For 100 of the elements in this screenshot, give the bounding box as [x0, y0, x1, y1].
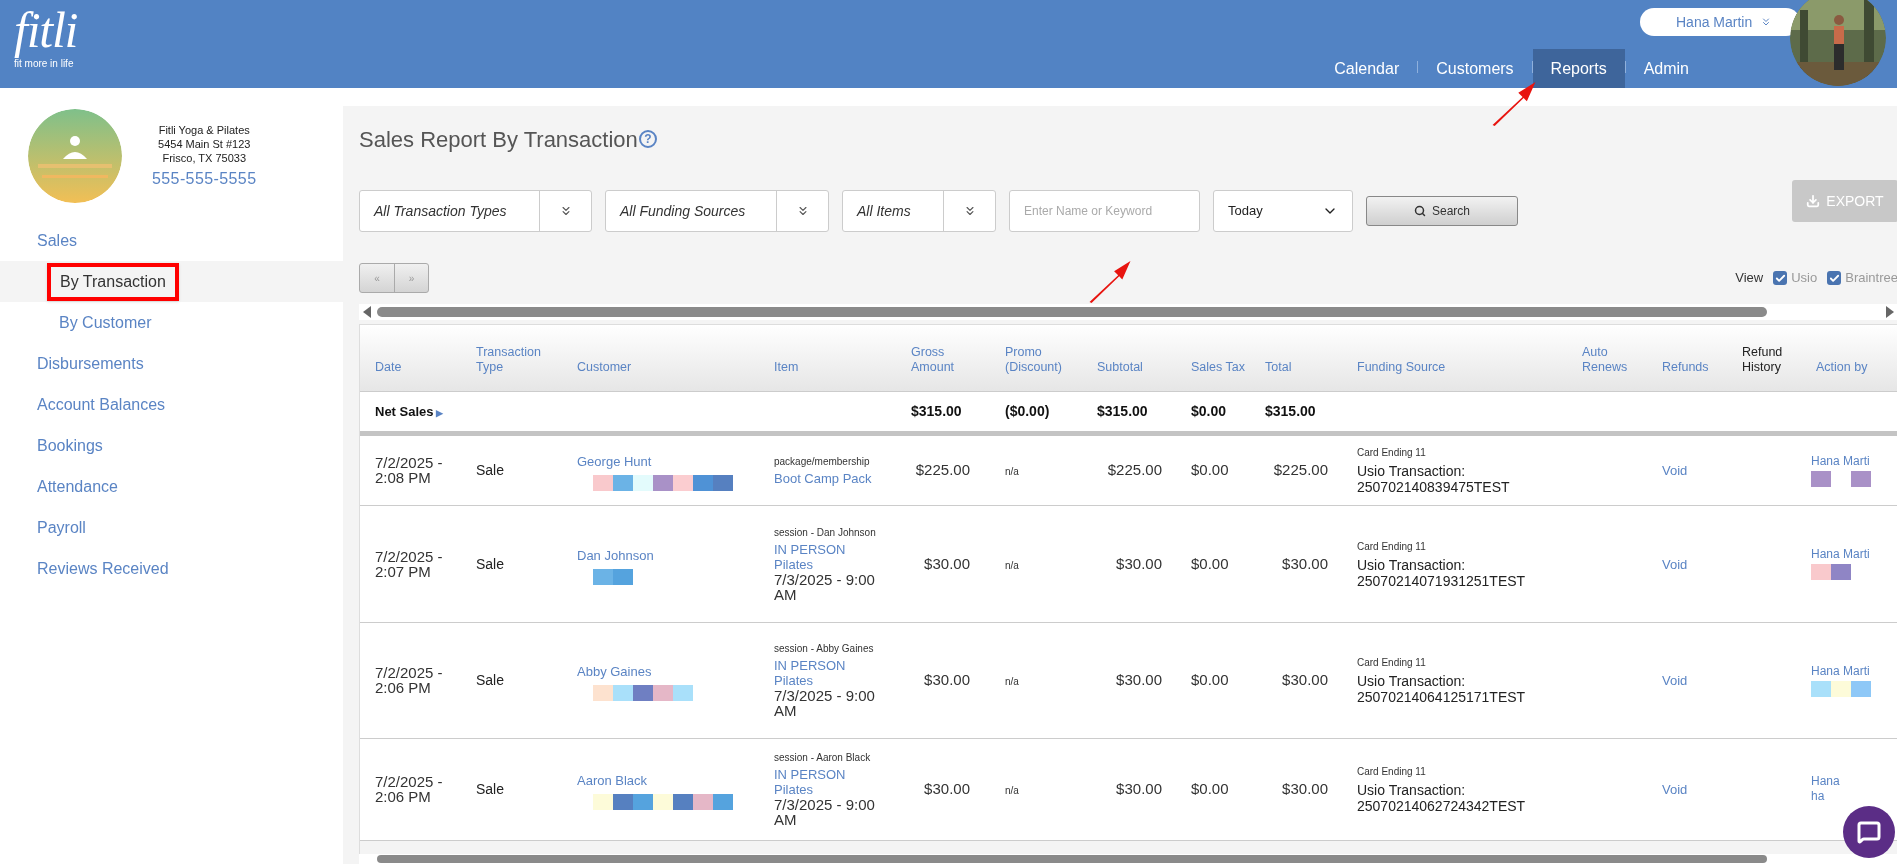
- pager-button[interactable]: «: [360, 264, 394, 292]
- column-header[interactable]: Total: [1265, 359, 1338, 375]
- column-header[interactable]: Promo (Discount): [1005, 344, 1078, 375]
- void-link[interactable]: Void: [1662, 556, 1688, 572]
- filter-dropdown[interactable]: All Items: [842, 190, 996, 232]
- help-icon[interactable]: ?: [638, 130, 657, 148]
- column-header[interactable]: Auto Renews: [1582, 344, 1643, 375]
- sidebar-item[interactable]: Disbursements: [37, 351, 144, 376]
- nav-tab[interactable]: Admin: [1625, 49, 1707, 88]
- pixelated-redaction-drawing: [593, 568, 633, 585]
- action-by-user[interactable]: Hana: [1811, 774, 1897, 789]
- nav-tab[interactable]: Reports: [1532, 49, 1625, 88]
- nav-tab[interactable]: Calendar: [1316, 49, 1418, 88]
- column-header[interactable]: Refunds: [1662, 359, 1723, 375]
- subtotal-cell: $30.00: [1116, 671, 1162, 688]
- column-header[interactable]: Customer: [577, 359, 755, 375]
- void-link[interactable]: Void: [1662, 463, 1688, 478]
- column-header[interactable]: Transaction Type: [476, 344, 558, 375]
- nav-tab[interactable]: Customers: [1418, 49, 1532, 88]
- action-by-user[interactable]: Hana Marti: [1811, 547, 1897, 562]
- column-header[interactable]: Sales Tax: [1191, 359, 1246, 375]
- sidebar-item[interactable]: By Transaction: [47, 262, 179, 301]
- item-note: session - Dan Johnson: [774, 525, 877, 539]
- horizontal-scrollbar[interactable]: [359, 854, 1897, 864]
- sidebar-item[interactable]: Attendance: [37, 474, 118, 499]
- type-cell: Sale: [476, 781, 505, 797]
- column-header[interactable]: Date: [375, 359, 457, 375]
- annotation-arrow: [1492, 82, 1536, 126]
- sidebar-item[interactable]: Payroll: [37, 515, 86, 540]
- sidebar-item[interactable]: By Customer: [59, 310, 152, 335]
- promo-cell: n/a: [1005, 559, 1019, 571]
- item-link[interactable]: IN PERSON Pilates: [774, 767, 886, 797]
- checkbox-label: Braintree: [1845, 269, 1897, 288]
- card-info: Card Ending 11: [1357, 446, 1427, 460]
- action-by-user[interactable]: Hana Marti: [1811, 663, 1897, 679]
- void-link[interactable]: Void: [1662, 673, 1688, 688]
- view-label: View: [1735, 269, 1764, 288]
- tax-cell: $0.00: [1191, 671, 1229, 688]
- customer-link[interactable]: George Hunt: [577, 454, 652, 469]
- type-cell: Sale: [476, 555, 505, 572]
- filter-dropdown[interactable]: All Funding Sources: [605, 190, 829, 232]
- tax-cell: $0.00: [1191, 461, 1229, 478]
- column-header[interactable]: Subtotal: [1097, 359, 1172, 375]
- chat-bubble-icon: [1857, 820, 1881, 844]
- item-link[interactable]: Boot Camp Pack: [774, 470, 886, 486]
- logo[interactable]: fitli: [14, 2, 78, 58]
- date-range-select[interactable]: Today: [1213, 190, 1353, 232]
- item-link[interactable]: IN PERSON Pilates: [774, 658, 886, 688]
- business-phone[interactable]: 555-555-5555: [152, 168, 257, 189]
- pixelated-redaction-drawing: [1811, 470, 1871, 487]
- promo-cell: n/a: [1005, 466, 1019, 477]
- date-cell-text: 7/2/2025 - 2:07 PM: [375, 548, 444, 579]
- date-cell-text: 7/2/2025 - 2:06 PM: [375, 665, 444, 695]
- promo-cell: n/a: [1005, 785, 1019, 796]
- tax-cell: $0.00: [1191, 780, 1229, 797]
- action-by-user[interactable]: ha: [1811, 789, 1897, 804]
- checkbox-label: Usio: [1791, 269, 1818, 288]
- transaction-info: Usio Transaction: 25070214071931251TEST: [1357, 556, 1527, 589]
- sidebar-item[interactable]: Bookings: [37, 433, 103, 458]
- search-button[interactable]: Search: [1366, 196, 1518, 226]
- total-cell: $30.00: [1282, 554, 1328, 572]
- checkbox[interactable]: [1827, 271, 1842, 285]
- customer-link[interactable]: Abby Gaines: [577, 664, 652, 679]
- card-info: Card Ending 11: [1357, 539, 1427, 554]
- download-icon: [1806, 194, 1821, 208]
- action-by-user[interactable]: Hana Marti: [1811, 453, 1897, 469]
- subtotal-cell: $30.00: [1116, 554, 1162, 572]
- customer-link[interactable]: Dan Johnson: [577, 547, 654, 563]
- transaction-info: Usio Transaction: 25070214064125171TEST: [1357, 673, 1527, 705]
- sidebar-item[interactable]: Reviews Received: [37, 556, 169, 581]
- pager-button[interactable]: »: [394, 264, 428, 292]
- sidebar-item[interactable]: Account Balances: [37, 392, 166, 417]
- column-header[interactable]: Gross Amount: [911, 344, 986, 375]
- customer-link[interactable]: Aaron Black: [577, 773, 648, 788]
- subtotal-cell: $225.00: [1107, 461, 1162, 478]
- item-date: 7/3/2025 - 9:00 AM: [774, 571, 876, 602]
- column-header[interactable]: Funding Source: [1357, 359, 1563, 375]
- horizontal-scrollbar[interactable]: [359, 304, 1897, 320]
- column-header[interactable]: Item: [774, 359, 892, 375]
- item-note: session - Abby Gaines: [774, 642, 875, 655]
- business-name: Fitli Yoga & Pilates: [158, 122, 250, 137]
- logo-tagline: fit more in life: [14, 58, 75, 71]
- total-value: $315.00: [911, 403, 962, 419]
- gross-cell: $30.00: [924, 671, 970, 688]
- gross-cell: $225.00: [915, 461, 970, 478]
- net-sales-toggle[interactable]: Net Sales▶: [375, 404, 443, 419]
- page-title: Sales Report By Transaction: [359, 125, 638, 154]
- total-value: ($0.00): [1005, 403, 1050, 419]
- item-date: 7/3/2025 - 9:00 AM: [774, 688, 876, 718]
- search-field[interactable]: Enter Name or Keyword: [1009, 190, 1200, 232]
- filter-dropdown[interactable]: All Transaction Types: [359, 190, 592, 232]
- pixelated-redaction-drawing: [1811, 564, 1851, 580]
- total-cell: $30.00: [1282, 780, 1328, 797]
- item-link[interactable]: IN PERSON Pilates: [774, 541, 886, 572]
- total-value: $0.00: [1191, 403, 1227, 419]
- business-city: Frisco, TX 75033: [162, 150, 246, 165]
- column-header[interactable]: Action by: [1816, 359, 1893, 375]
- checkbox[interactable]: [1773, 271, 1788, 285]
- sidebar-item[interactable]: Sales: [37, 228, 78, 253]
- void-link[interactable]: Void: [1662, 782, 1688, 797]
